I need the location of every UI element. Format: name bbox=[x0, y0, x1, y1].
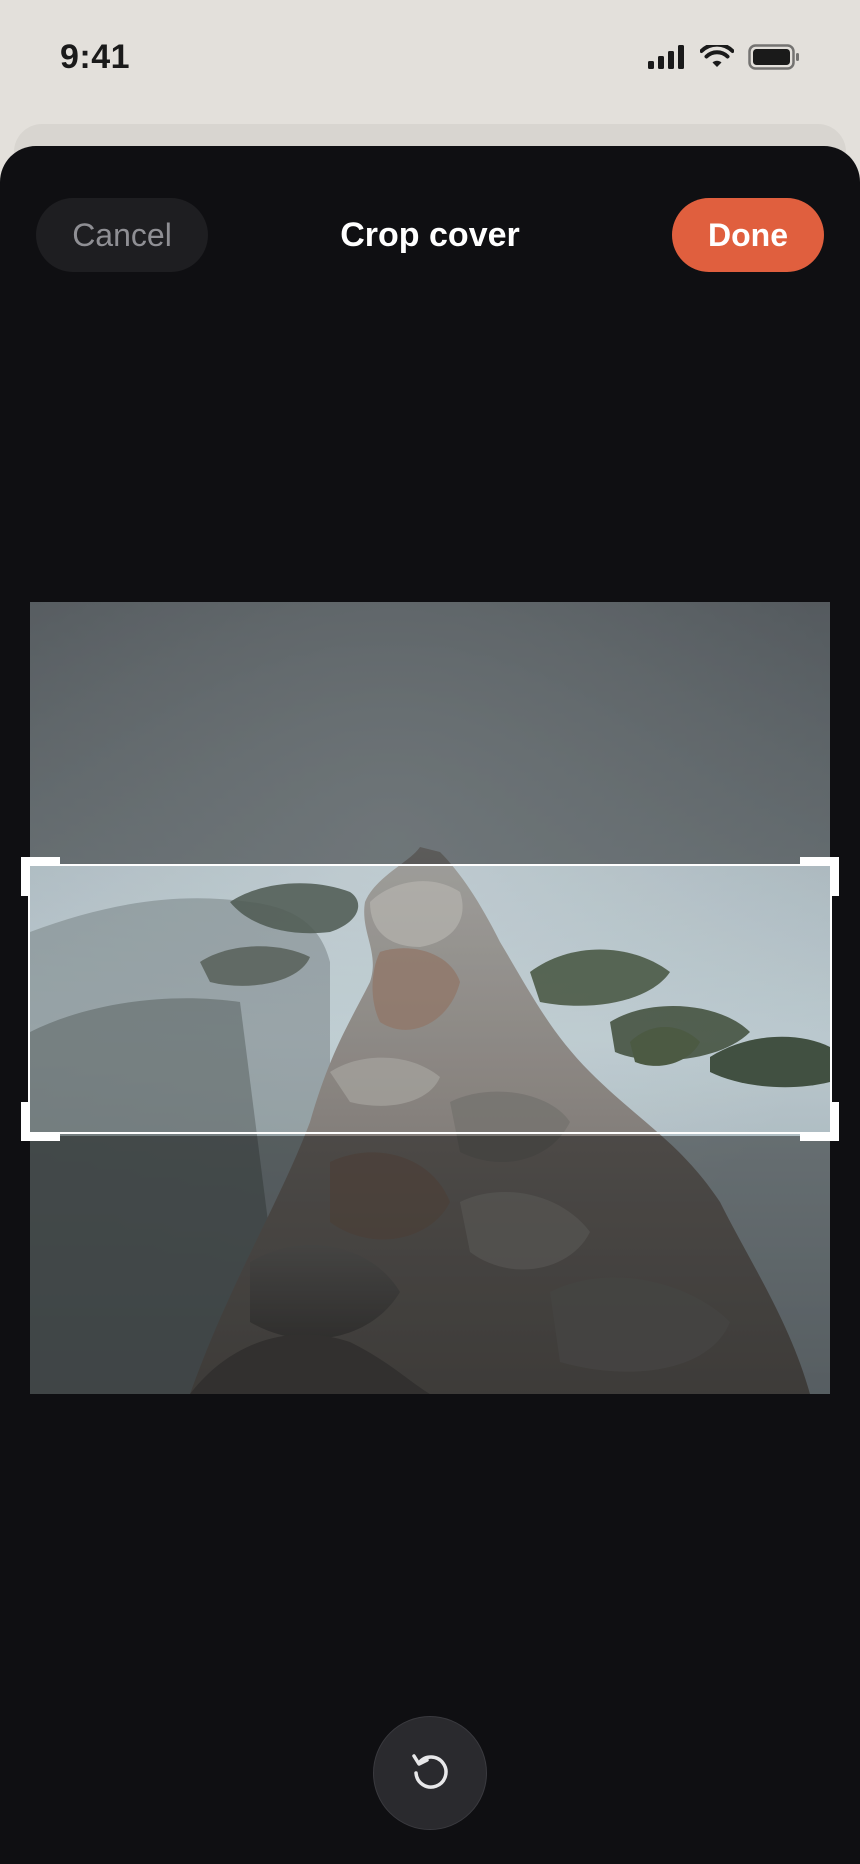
battery-icon bbox=[748, 44, 800, 75]
cancel-button[interactable]: Cancel bbox=[36, 198, 208, 272]
status-icons bbox=[648, 42, 800, 75]
screen: 9:41 Cancel Crop cover Done bbox=[0, 0, 860, 1864]
crop-handle-bottom-left[interactable] bbox=[21, 1102, 60, 1141]
wifi-icon bbox=[699, 42, 735, 74]
status-bar: 9:41 bbox=[0, 0, 860, 120]
crop-handle-top-right[interactable] bbox=[800, 857, 839, 896]
rotate-reset-icon bbox=[408, 1749, 452, 1798]
crop-sheet: Cancel Crop cover Done bbox=[0, 146, 860, 1864]
crop-dim-top bbox=[30, 602, 830, 866]
reset-button[interactable] bbox=[373, 1716, 487, 1830]
crop-dim-bottom bbox=[30, 1136, 830, 1394]
done-button[interactable]: Done bbox=[672, 198, 824, 272]
crop-handle-top-left[interactable] bbox=[21, 857, 60, 896]
crop-handle-bottom-right[interactable] bbox=[800, 1102, 839, 1141]
status-time: 9:41 bbox=[60, 38, 131, 76]
cellular-signal-icon bbox=[648, 45, 686, 74]
nav-bar: Cancel Crop cover Done bbox=[0, 198, 860, 272]
crop-frame[interactable] bbox=[21, 857, 839, 1141]
